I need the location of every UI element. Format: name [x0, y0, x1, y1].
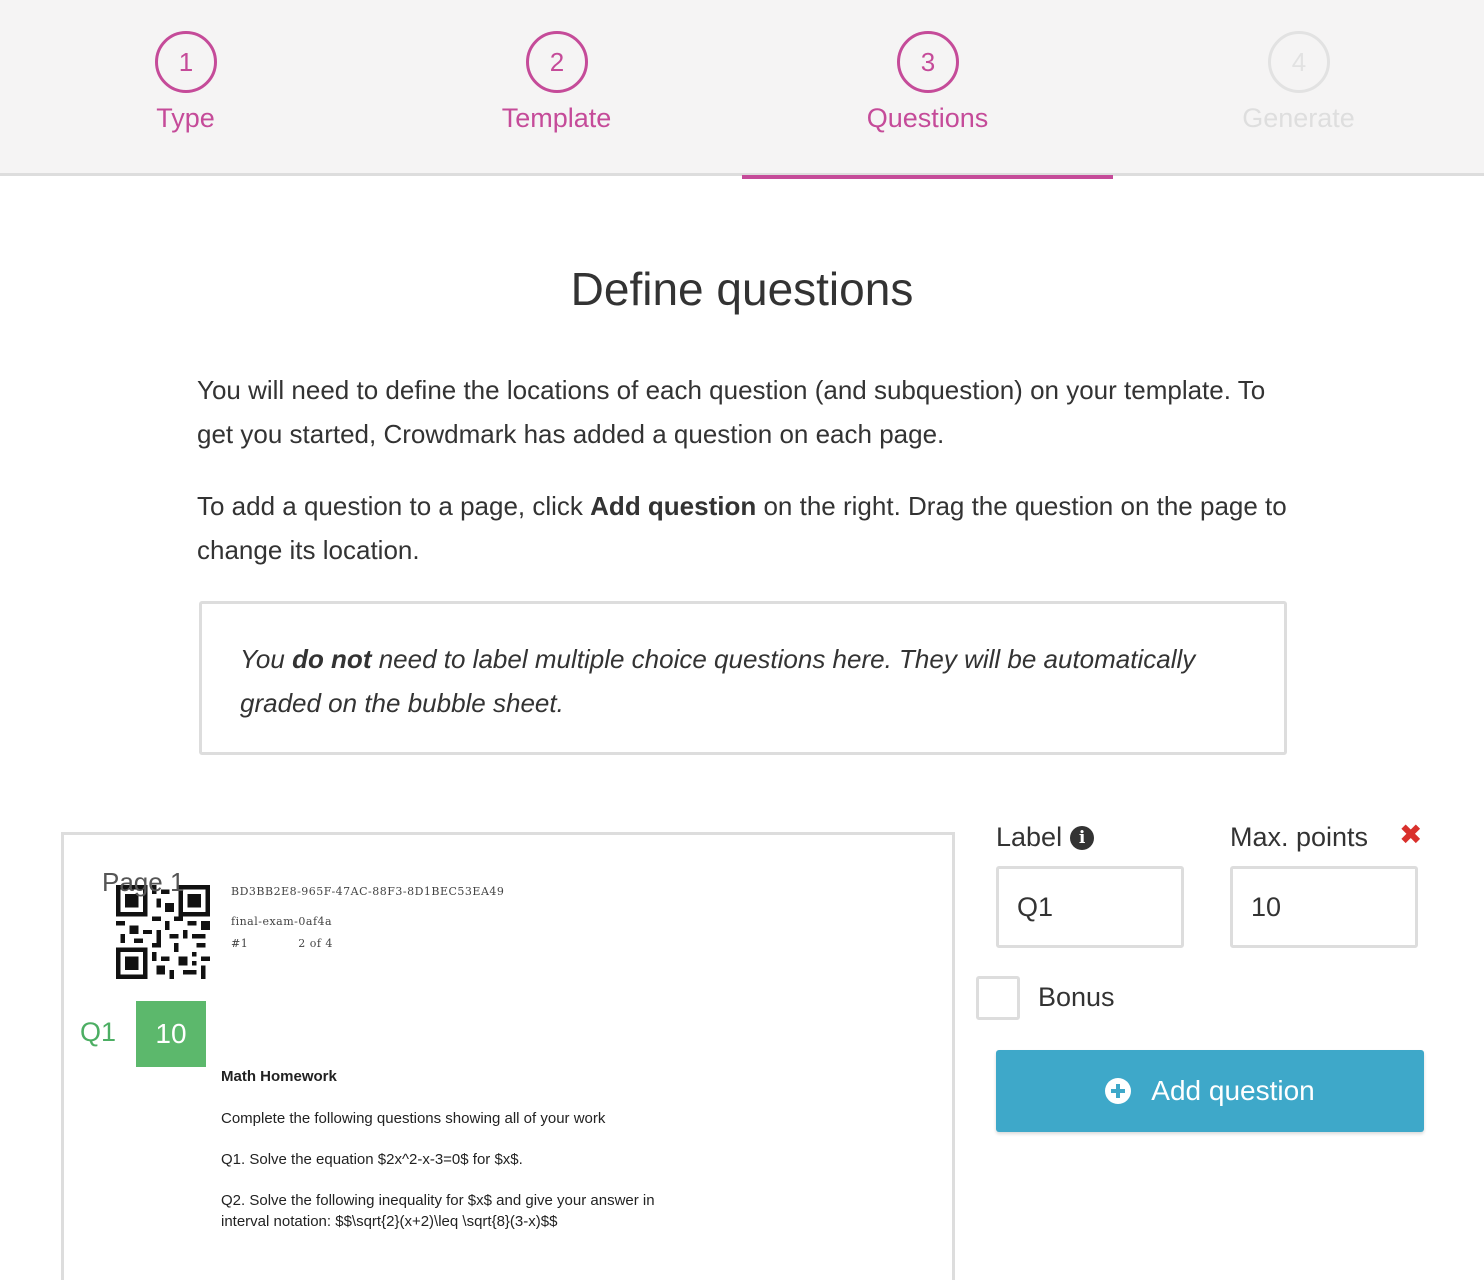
step-type[interactable]: 1 Type	[0, 0, 371, 176]
label-heading-text: Label	[996, 822, 1063, 852]
add-question-button[interactable]: Add question	[996, 1050, 1424, 1132]
document-line: Q1. Solve the equation $2x^2-x-3=0$ for …	[221, 1151, 523, 1168]
step-number-circle: 4	[1268, 31, 1330, 93]
label-field-heading: Label i	[996, 822, 1095, 853]
wizard-stepper: 1 Type 2 Template 3 Questions 4 Generate	[0, 0, 1484, 179]
exam-name: final-exam-0af4a	[231, 915, 333, 928]
template-uuid: BD3BB2E8-965F-47AC-88F3-8D1BEC53EA49	[231, 885, 505, 898]
step-number-circle: 3	[897, 31, 959, 93]
question-label-input[interactable]	[996, 866, 1184, 948]
step-label: Generate	[1242, 103, 1355, 133]
qr-code-icon	[116, 885, 210, 979]
step-number-circle: 2	[526, 31, 588, 93]
document-line: Q2. Solve the following inequality for $…	[221, 1192, 655, 1230]
add-question-label: Add question	[1151, 1075, 1315, 1106]
step-label: Type	[156, 103, 215, 133]
info-icon[interactable]: i	[1070, 825, 1095, 850]
step-label: Questions	[866, 103, 989, 133]
instructions-emphasis: Add question	[590, 491, 757, 521]
note-emphasis: do not	[292, 644, 372, 674]
plus-circle-icon	[1105, 1078, 1132, 1104]
step-template[interactable]: 2 Template	[371, 0, 742, 176]
active-step-indicator	[742, 175, 1113, 179]
copy-number: #1	[231, 937, 249, 950]
remove-question-icon[interactable]: ✖	[1399, 818, 1422, 851]
step-label: Template	[501, 103, 612, 133]
bonus-checkbox[interactable]	[976, 976, 1020, 1020]
page-label: Page 1	[102, 867, 185, 897]
question-tag-points[interactable]: 10	[136, 1001, 206, 1067]
copy-info: #1 2 of 4	[231, 937, 333, 950]
template-page-preview[interactable]: Page 1 BD3BB2E8-965F-47AC-88F3-8D1BEC53E…	[61, 832, 955, 1280]
step-questions[interactable]: 3 Questions	[742, 0, 1113, 179]
instructions-paragraph: To add a question to a page, click Add q…	[197, 484, 1297, 572]
note-text: need to label multiple choice questions …	[240, 644, 1196, 718]
step-number-circle: 1	[155, 31, 217, 93]
bonus-label[interactable]: Bonus	[1038, 982, 1115, 1013]
max-points-heading: Max. points	[1230, 822, 1369, 852]
multiple-choice-note: You do not need to label multiple choice…	[199, 601, 1287, 755]
question-tag-label[interactable]: Q1	[80, 1017, 116, 1048]
instructions-text: To add a question to a page, click	[197, 491, 591, 521]
intro-paragraph: You will need to define the locations of…	[197, 375, 1266, 449]
step-generate: 4 Generate	[1113, 0, 1484, 176]
document-title: Math Homework	[221, 1068, 337, 1085]
document-line: Complete the following questions showing…	[221, 1110, 606, 1127]
page-count: 2 of 4	[298, 937, 333, 950]
note-text: You	[240, 644, 293, 674]
page-title: Define questions	[570, 263, 914, 315]
max-points-input[interactable]	[1230, 866, 1418, 948]
